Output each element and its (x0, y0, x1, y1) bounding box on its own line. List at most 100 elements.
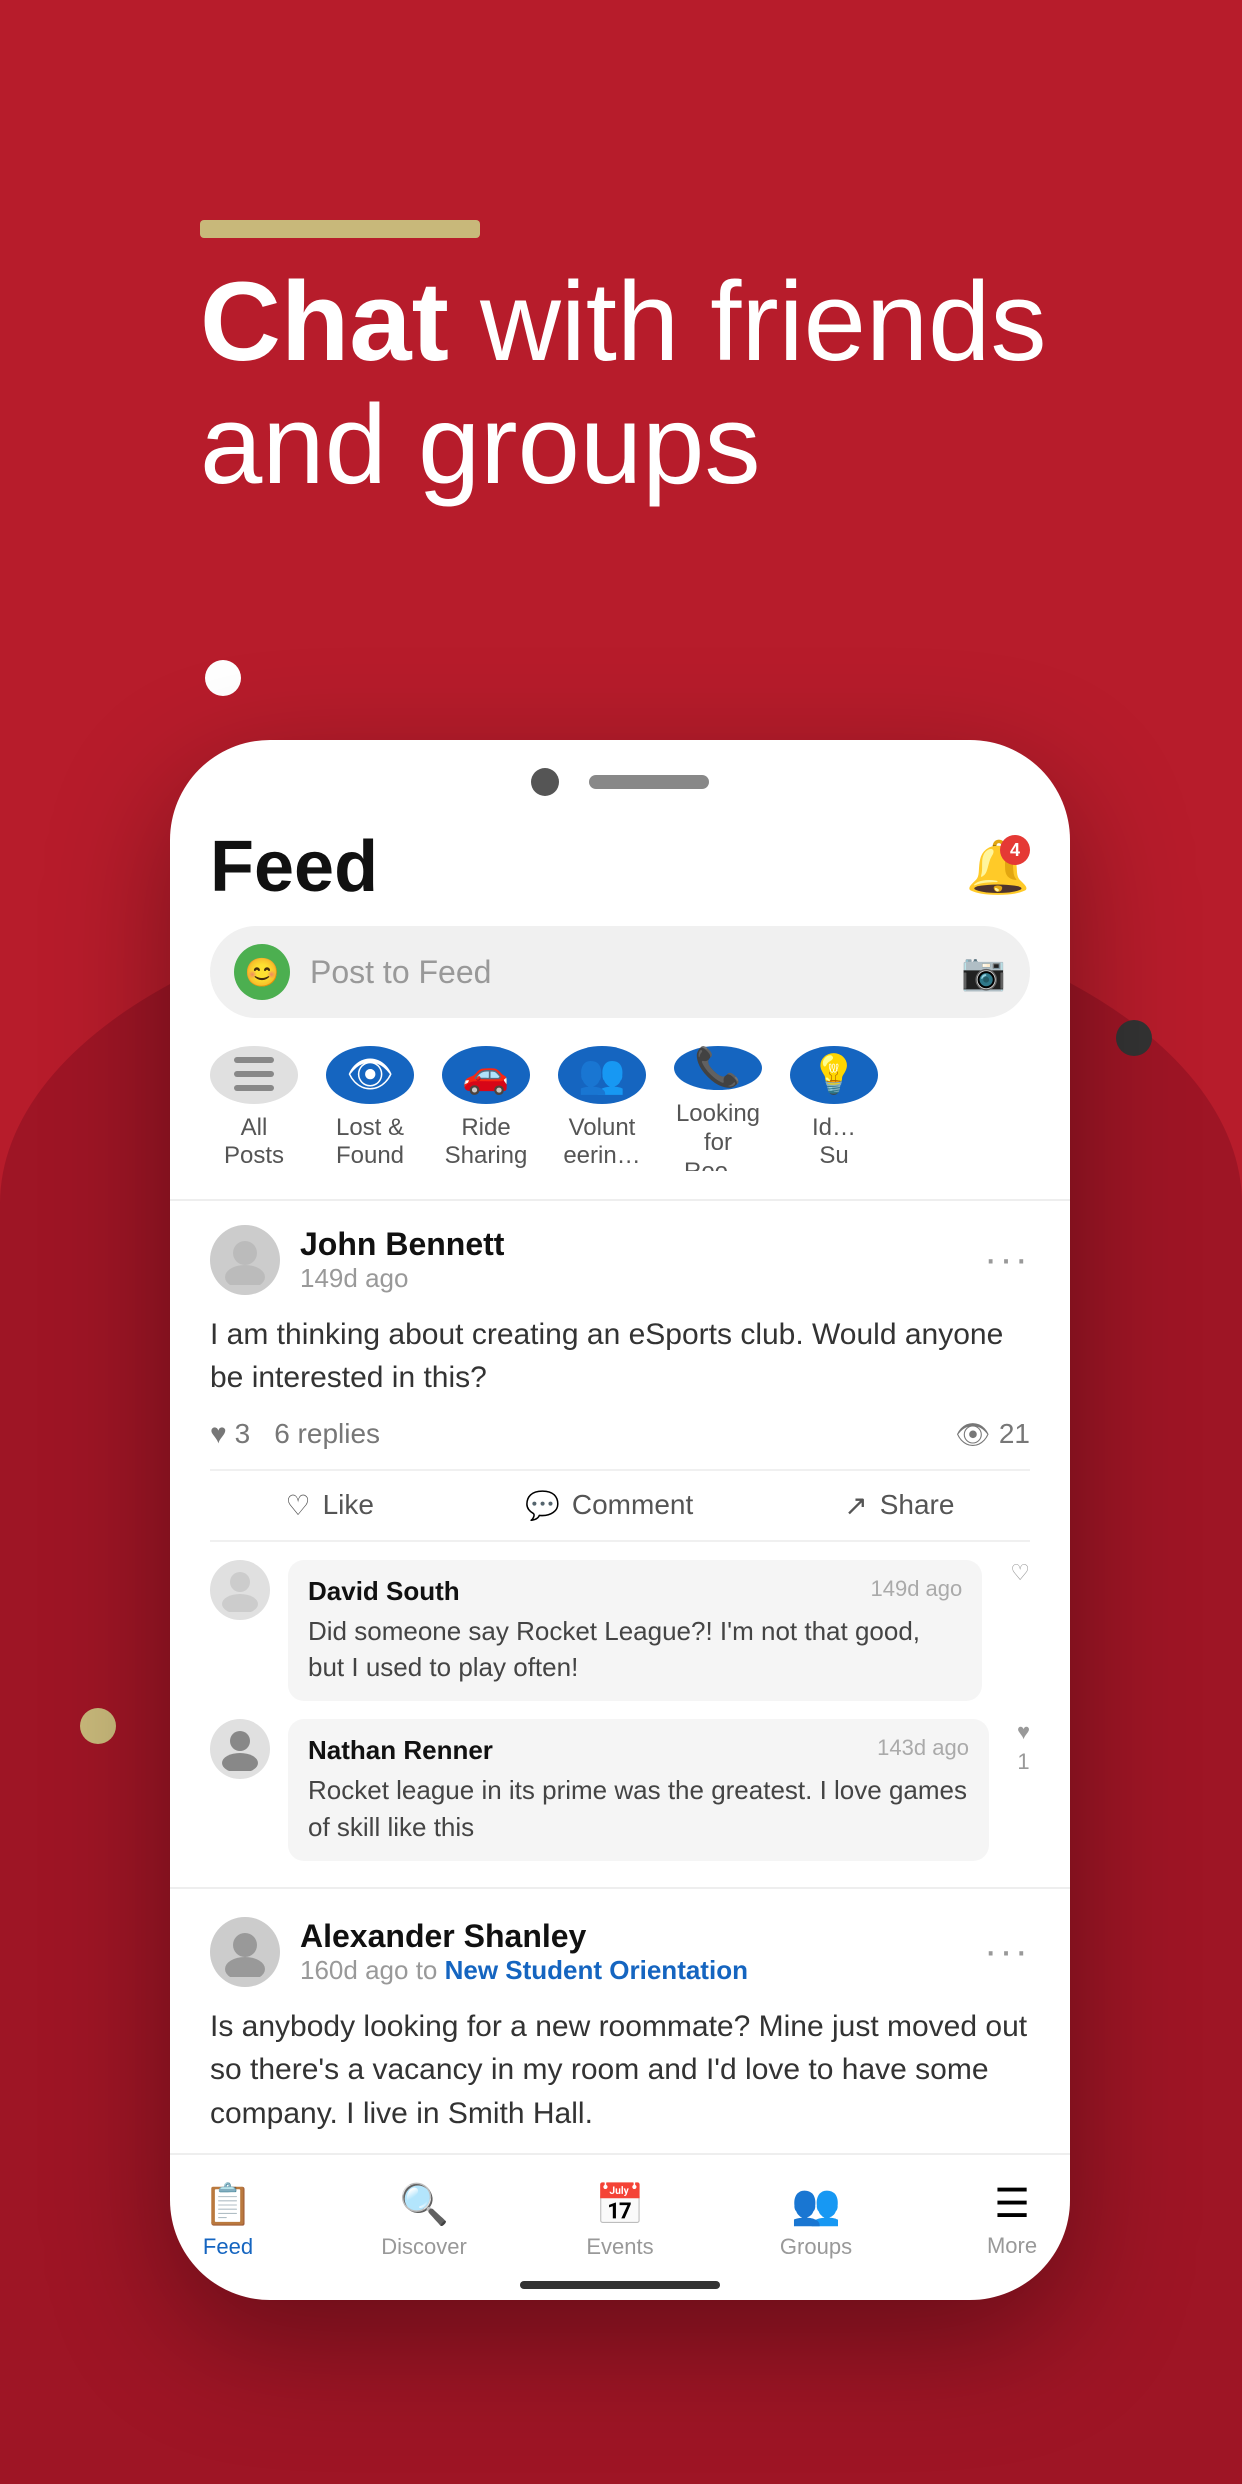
share-label: Share (880, 1489, 955, 1521)
comment-2: Nathan Renner 143d ago Rocket league in … (210, 1719, 1030, 1861)
ride-sharing-icon: 🚗 (442, 1046, 530, 1104)
post-2-more[interactable]: ··· (984, 1929, 1030, 1974)
dot-white (205, 660, 241, 696)
comment-1-like[interactable]: ♡ (1010, 1560, 1030, 1586)
comment-2-bubble: Nathan Renner 143d ago Rocket league in … (288, 1719, 989, 1861)
post-2-time: 160d ago to New Student Orientation (300, 1955, 964, 1986)
post-1-likes[interactable]: ♥ 3 (210, 1418, 250, 1450)
nav-groups[interactable]: 👥 Groups (718, 2171, 914, 2280)
category-all-posts[interactable]: All Posts (210, 1046, 298, 1171)
post-1-time: 149d ago (300, 1263, 964, 1294)
phone-mockup: Feed 🔔 4 😊 Post to Feed 📷 (170, 740, 1070, 2300)
post-2-avatar (210, 1917, 280, 1987)
feed-title: Feed (210, 826, 378, 908)
nav-events[interactable]: 📅 Events (522, 2171, 718, 2280)
post-placeholder: Post to Feed (310, 954, 941, 991)
post-2-header: Alexander Shanley 160d ago to New Studen… (210, 1917, 1030, 1987)
ride-sharing-label: RideSharing (445, 1114, 528, 1172)
discover-icon: 🔍 (399, 2181, 449, 2228)
post-1-stats: ♥ 3 6 replies 👁 21 (210, 1418, 1030, 1451)
dot-dark (1116, 1020, 1152, 1056)
groups-icon: 👥 (791, 2181, 841, 2228)
post-1-body: I am thinking about creating an eSports … (210, 1313, 1030, 1400)
notification-badge: 4 (1000, 835, 1030, 865)
category-roommate[interactable]: 📞 Lookingfor Roo… (674, 1046, 762, 1171)
like-label: Like (323, 1489, 374, 1521)
hero-bold: Chat (200, 259, 449, 384)
share-button[interactable]: ↗ Share (844, 1489, 954, 1522)
comment-1-meta: David South 149d ago (308, 1576, 962, 1607)
likes-count: 3 (235, 1418, 251, 1450)
post-1-header: John Bennett 149d ago ··· (210, 1225, 1030, 1295)
comment-1-time: 149d ago (871, 1576, 963, 1607)
hero-text: Chat with friendsand groups (200, 260, 1046, 506)
category-volunteering[interactable]: 👥 Volunteerin… (558, 1046, 646, 1171)
eye-icon: 👁 (955, 1418, 991, 1451)
post-2: Alexander Shanley 160d ago to New Studen… (210, 1913, 1030, 2154)
comment-2-likes: 1 (1017, 1749, 1029, 1775)
post-2-meta: Alexander Shanley 160d ago to New Studen… (300, 1918, 964, 1986)
category-ideas[interactable]: 💡 Id…Su (790, 1046, 878, 1171)
comment-1-avatar (210, 1560, 270, 1620)
events-label: Events (586, 2234, 653, 2260)
ideas-label: Id…Su (812, 1114, 856, 1172)
comment-2-meta: Nathan Renner 143d ago (308, 1735, 969, 1766)
post-1-actions: ♡ Like 💬 Comment ↗ Share (210, 1469, 1030, 1542)
roommate-icon: 📞 (674, 1046, 762, 1090)
post-1: John Bennett 149d ago ··· I am thinking … (210, 1225, 1030, 1880)
notification-button[interactable]: 🔔 4 (966, 835, 1030, 899)
dot-olive (80, 1708, 116, 1744)
divider-1 (170, 1199, 1070, 1200)
phone-top-bar (170, 740, 1070, 806)
divider-2 (170, 1887, 1070, 1888)
category-lost-found[interactable]: 👁 Lost &Found (326, 1046, 414, 1171)
camera-icon[interactable]: 📷 (961, 951, 1006, 993)
comment-1-bubble: David South 149d ago Did someone say Roc… (288, 1560, 982, 1702)
discover-label: Discover (381, 2234, 467, 2260)
more-label: More (987, 2233, 1037, 2259)
volunteering-label: Volunteerin… (563, 1114, 640, 1172)
comment-1-heart: ♡ (1010, 1560, 1030, 1586)
nav-feed[interactable]: 📋 Feed (170, 2171, 326, 2280)
post-1-more[interactable]: ··· (984, 1237, 1030, 1282)
phone-camera (531, 768, 559, 796)
views-count: 21 (999, 1418, 1030, 1450)
app-content: Feed 🔔 4 😊 Post to Feed 📷 (170, 806, 1070, 2153)
feed-icon: 📋 (203, 2181, 253, 2228)
comment-label: Comment (572, 1489, 693, 1521)
comment-2-avatar (210, 1719, 270, 1779)
comment-1-text: Did someone say Rocket League?! I'm not … (308, 1613, 962, 1686)
post-bar[interactable]: 😊 Post to Feed 📷 (210, 926, 1030, 1018)
nav-more[interactable]: ☰ More (914, 2171, 1070, 2280)
category-ride-sharing[interactable]: 🚗 RideSharing (442, 1046, 530, 1171)
lost-found-label: Lost &Found (336, 1114, 404, 1172)
feed-label: Feed (203, 2234, 253, 2260)
all-posts-icon (210, 1046, 298, 1104)
post-1-replies: 6 replies (274, 1418, 955, 1450)
comment-2-time: 143d ago (877, 1735, 969, 1766)
feed-header: Feed 🔔 4 (210, 806, 1030, 926)
comment-button[interactable]: 💬 Comment (525, 1489, 693, 1522)
comment-icon: 💬 (525, 1489, 560, 1522)
bottom-nav: 📋 Feed 🔍 Discover 📅 Events 👥 Groups ☰ Mo… (170, 2153, 1070, 2280)
comment-1-author: David South (308, 1576, 460, 1607)
nav-discover[interactable]: 🔍 Discover (326, 2171, 522, 2280)
roommate-label: Lookingfor Roo… (674, 1100, 762, 1171)
more-icon: ☰ (994, 2181, 1030, 2227)
post-2-group: New Student Orientation (445, 1955, 748, 1985)
comment-2-author: Nathan Renner (308, 1735, 493, 1766)
lost-found-icon: 👁 (326, 1046, 414, 1104)
all-posts-label: All Posts (210, 1114, 298, 1172)
comment-2-text: Rocket league in its prime was the great… (308, 1772, 969, 1845)
share-icon: ↗ (844, 1489, 867, 1522)
heart-icon: ♥ (210, 1418, 227, 1450)
post-1-views: 👁 21 (955, 1418, 1030, 1451)
like-button[interactable]: ♡ Like (286, 1489, 374, 1522)
post-2-author: Alexander Shanley (300, 1918, 964, 1955)
home-indicator (170, 2280, 1070, 2300)
user-avatar: 😊 (234, 944, 290, 1000)
groups-label: Groups (780, 2234, 852, 2260)
accent-bar (200, 220, 480, 238)
ideas-icon: 💡 (790, 1046, 878, 1104)
comment-2-like[interactable]: ♥ 1 (1017, 1719, 1030, 1775)
